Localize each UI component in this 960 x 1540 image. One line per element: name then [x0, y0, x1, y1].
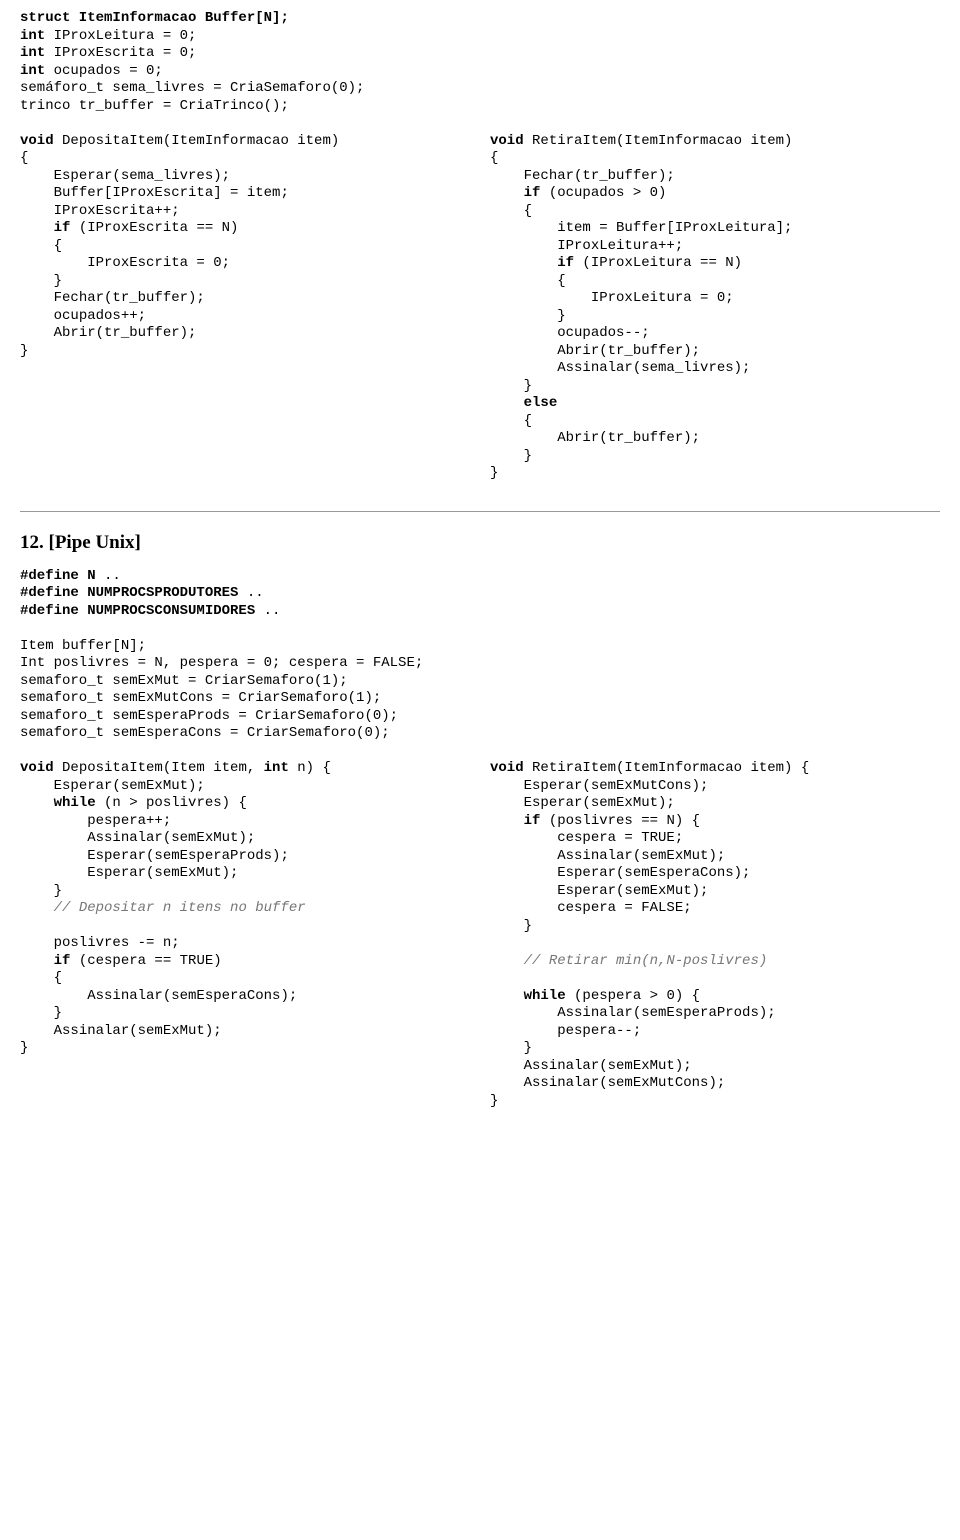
- code-line: if (cespera == TRUE): [20, 953, 470, 971]
- code-line: Esperar(semExMut);: [20, 778, 470, 796]
- code-line: poslivres -= n;: [20, 935, 470, 953]
- code-line: #define NUMPROCSPRODUTORES ..: [20, 585, 940, 603]
- code-line: #define N ..: [20, 568, 940, 586]
- code-line: }: [490, 918, 940, 936]
- code-line: ocupados++;: [20, 308, 470, 326]
- code-line: #define NUMPROCSCONSUMIDORES ..: [20, 603, 940, 621]
- code-line: }: [490, 1040, 940, 1058]
- code-line: }: [20, 1040, 470, 1058]
- code-line: }: [20, 273, 470, 291]
- block2-globals: Item buffer[N];Int poslivres = N, pesper…: [20, 638, 940, 743]
- code-line: }: [490, 1093, 940, 1111]
- code-line: Assinalar(semExMut);: [20, 830, 470, 848]
- code-line: semaforo_t semExMut = CriarSemaforo(1);: [20, 673, 940, 691]
- block1-globals: struct ItemInformacao Buffer[N];int IPro…: [20, 10, 940, 133]
- code-line: void RetiraItem(ItemInformacao item) {: [490, 760, 940, 778]
- code-line: Fechar(tr_buffer);: [490, 168, 940, 186]
- code-line: {: [490, 150, 940, 168]
- code-line: }: [490, 448, 940, 466]
- code-line: while (pespera > 0) {: [490, 988, 940, 1006]
- code-line: Esperar(semExMut);: [20, 865, 470, 883]
- code-line: {: [490, 203, 940, 221]
- code-line: if (poslivres == N) {: [490, 813, 940, 831]
- code-line: void RetiraItem(ItemInformacao item): [490, 133, 940, 151]
- code-line: Assinalar(semExMut);: [20, 1023, 470, 1041]
- code-line: semaforo_t semEsperaProds = CriarSemafor…: [20, 708, 940, 726]
- code-line: int ocupados = 0;: [20, 63, 940, 81]
- code-line: pespera++;: [20, 813, 470, 831]
- block1-columns: void DepositaItem(ItemInformacao item){ …: [20, 133, 940, 483]
- code-line: int IProxLeitura = 0;: [20, 28, 940, 46]
- block2-defines: #define N ..#define NUMPROCSPRODUTORES .…: [20, 568, 940, 621]
- code-line: Item buffer[N];: [20, 638, 940, 656]
- code-line: semáforo_t sema_livres = CriaSemaforo(0)…: [20, 80, 940, 98]
- code-line: while (n > poslivres) {: [20, 795, 470, 813]
- block2-columns: void DepositaItem(Item item, int n) { Es…: [20, 760, 940, 1110]
- code-line: IProxLeitura++;: [490, 238, 940, 256]
- code-line: void DepositaItem(ItemInformacao item): [20, 133, 470, 151]
- code-line: {: [20, 150, 470, 168]
- code-line: semaforo_t semEsperaCons = CriarSemaforo…: [20, 725, 940, 743]
- code-line: {: [20, 238, 470, 256]
- code-line: IProxEscrita++;: [20, 203, 470, 221]
- section-divider: [20, 511, 940, 512]
- code-line: if (IProxLeitura == N): [490, 255, 940, 273]
- code-line: void DepositaItem(Item item, int n) {: [20, 760, 470, 778]
- code-line: Esperar(semExMutCons);: [490, 778, 940, 796]
- blank-line: [20, 743, 940, 761]
- code-line: {: [490, 413, 940, 431]
- code-line: ocupados--;: [490, 325, 940, 343]
- code-line: Abrir(tr_buffer);: [20, 325, 470, 343]
- code-line: semaforo_t semExMutCons = CriarSemaforo(…: [20, 690, 940, 708]
- code-line: IProxEscrita = 0;: [20, 255, 470, 273]
- code-line: int IProxEscrita = 0;: [20, 45, 940, 63]
- code-line: Assinalar(semExMutCons);: [490, 1075, 940, 1093]
- code-line: [20, 918, 470, 936]
- code-line: Esperar(semExMut);: [490, 795, 940, 813]
- code-line: // Depositar n itens no buffer: [20, 900, 470, 918]
- code-line: trinco tr_buffer = CriaTrinco();: [20, 98, 940, 116]
- code-line: [490, 935, 940, 953]
- code-line: }: [490, 378, 940, 396]
- blank-line: [20, 620, 940, 638]
- code-line: [20, 115, 940, 133]
- code-line: Abrir(tr_buffer);: [490, 343, 940, 361]
- code-line: [490, 970, 940, 988]
- code-line: pespera--;: [490, 1023, 940, 1041]
- code-line: }: [20, 343, 470, 361]
- code-line: Abrir(tr_buffer);: [490, 430, 940, 448]
- code-line: cespera = FALSE;: [490, 900, 940, 918]
- code-line: Assinalar(semEsperaProds);: [490, 1005, 940, 1023]
- code-line: }: [490, 308, 940, 326]
- code-line: {: [20, 970, 470, 988]
- block2-right-col: void RetiraItem(ItemInformacao item) { E…: [490, 760, 940, 1110]
- block1-right-col: void RetiraItem(ItemInformacao item){ Fe…: [490, 133, 940, 483]
- code-line: item = Buffer[IProxLeitura];: [490, 220, 940, 238]
- code-line: {: [490, 273, 940, 291]
- code-line: Fechar(tr_buffer);: [20, 290, 470, 308]
- code-line: Assinalar(semExMut);: [490, 1058, 940, 1076]
- code-line: IProxLeitura = 0;: [490, 290, 940, 308]
- code-line: Int poslivres = N, pespera = 0; cespera …: [20, 655, 940, 673]
- block2-left-col: void DepositaItem(Item item, int n) { Es…: [20, 760, 470, 1058]
- code-line: // Retirar min(n,N-poslivres): [490, 953, 940, 971]
- code-line: if (ocupados > 0): [490, 185, 940, 203]
- section-title: 12. [Pipe Unix]: [20, 532, 940, 554]
- code-line: Esperar(semEsperaCons);: [490, 865, 940, 883]
- code-line: if (IProxEscrita == N): [20, 220, 470, 238]
- code-line: }: [490, 465, 940, 483]
- code-line: else: [490, 395, 940, 413]
- code-line: Esperar(semExMut);: [490, 883, 940, 901]
- code-line: Esperar(sema_livres);: [20, 168, 470, 186]
- code-line: }: [20, 1005, 470, 1023]
- code-line: struct ItemInformacao Buffer[N];: [20, 10, 940, 28]
- code-line: Assinalar(semExMut);: [490, 848, 940, 866]
- block1-left-col: void DepositaItem(ItemInformacao item){ …: [20, 133, 470, 361]
- code-line: Assinalar(semEsperaCons);: [20, 988, 470, 1006]
- code-line: Esperar(semEsperaProds);: [20, 848, 470, 866]
- code-line: Buffer[IProxEscrita] = item;: [20, 185, 470, 203]
- code-line: cespera = TRUE;: [490, 830, 940, 848]
- code-line: Assinalar(sema_livres);: [490, 360, 940, 378]
- code-line: }: [20, 883, 470, 901]
